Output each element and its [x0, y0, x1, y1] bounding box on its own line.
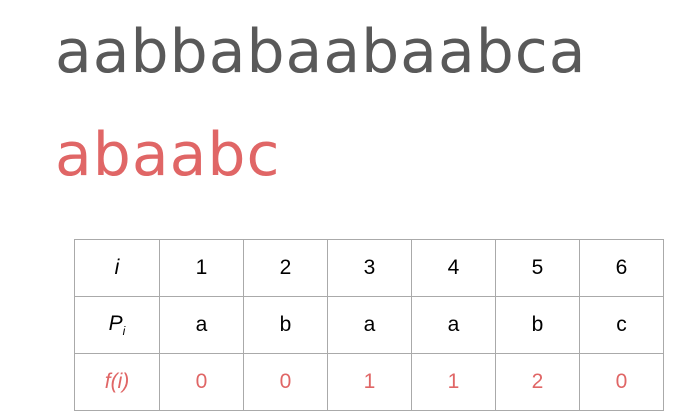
pattern-cell: c	[579, 296, 664, 354]
index-row-header: i	[74, 239, 160, 297]
prefix-function-table: i 1 2 3 4 5 6 Pi a b a a b c f(i) 0 0 1 …	[74, 239, 664, 411]
pattern-cell: b	[243, 296, 328, 354]
failure-cell: 2	[495, 353, 580, 411]
index-cell: 3	[327, 239, 412, 297]
failure-row-header: f(i)	[74, 353, 160, 411]
pattern-header-subscript: i	[122, 324, 126, 338]
failure-cell: 1	[411, 353, 496, 411]
index-cell: 5	[495, 239, 580, 297]
failure-header-label: f(i)	[104, 370, 130, 393]
index-cell: 2	[243, 239, 328, 297]
failure-cell: 0	[579, 353, 664, 411]
failure-cell: 0	[159, 353, 244, 411]
pattern-row-header: Pi	[74, 296, 160, 354]
index-row: i 1 2 3 4 5 6	[74, 239, 664, 297]
index-cell: 4	[411, 239, 496, 297]
index-cell: 6	[579, 239, 664, 297]
pattern-cell: a	[327, 296, 412, 354]
pattern-header-label: P	[108, 312, 123, 335]
index-header-label: i	[114, 256, 120, 279]
pattern-cell: b	[495, 296, 580, 354]
failure-function-row: f(i) 0 0 1 1 2 0	[74, 353, 664, 411]
failure-cell: 1	[327, 353, 412, 411]
pattern-cell: a	[411, 296, 496, 354]
pattern-string: abaabc	[55, 120, 281, 190]
text-string: aabbabaabaabca	[55, 17, 587, 87]
failure-cell: 0	[243, 353, 328, 411]
index-cell: 1	[159, 239, 244, 297]
pattern-row: Pi a b a a b c	[74, 296, 664, 354]
pattern-cell: a	[159, 296, 244, 354]
